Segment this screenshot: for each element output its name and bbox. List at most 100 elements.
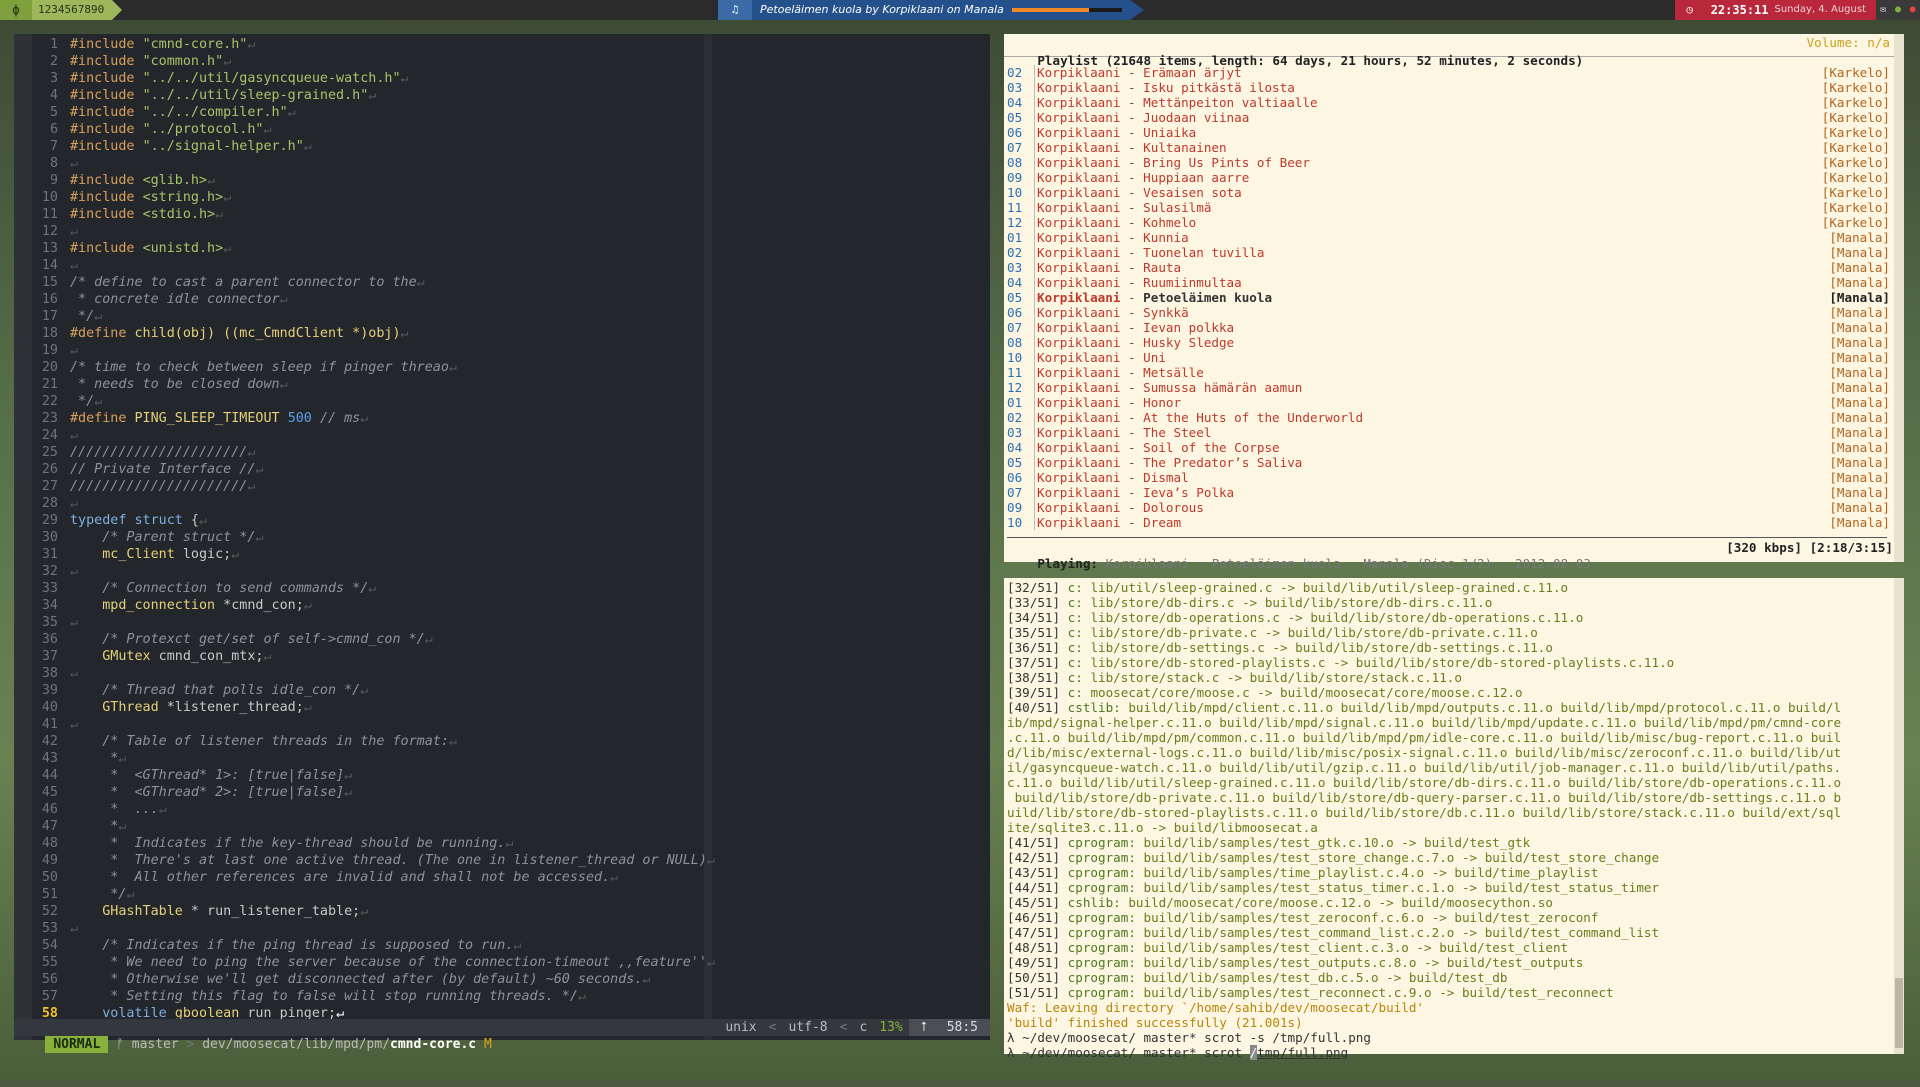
playlist-scrollbar[interactable] xyxy=(1894,34,1904,562)
playlist-row[interactable]: 02 Korpiklaani - At the Huts of the Under… xyxy=(1004,410,1904,425)
playlist-row[interactable]: 02 Korpiklaani - Tuonelan tuvilla [Manala] xyxy=(1004,245,1904,260)
code-line[interactable]: 25 //////////////////////↵ xyxy=(32,444,990,461)
playlist-row[interactable]: 09 Korpiklaani - Dolorous [Manala] xyxy=(1004,500,1904,515)
code-line[interactable]: 52 GHashTable * run_listener_table;↵ xyxy=(32,903,990,920)
code-line[interactable]: 24 ↵ xyxy=(32,427,990,444)
code-line[interactable]: 2 #include "common.h"↵ xyxy=(32,53,990,70)
mail-icon[interactable]: ✉ xyxy=(1880,0,1886,20)
scrollbar-thumb[interactable] xyxy=(1895,978,1903,1048)
code-line[interactable]: 3 #include "../../util/gasyncqueue-watch.… xyxy=(32,70,990,87)
code-line[interactable]: 46 * ...↵ xyxy=(32,801,990,818)
code-line[interactable]: 43 *↵ xyxy=(32,750,990,767)
playlist-row[interactable]: 03 Korpiklaani - Rauta [Manala] xyxy=(1004,260,1904,275)
code-line[interactable]: 37 GMutex cmnd_con_mtx;↵ xyxy=(32,648,990,665)
playlist-row[interactable]: 10 Korpiklaani - Dream [Manala] xyxy=(1004,515,1904,530)
playlist-row[interactable]: 12 Korpiklaani - Sumussa hämärän aamun [Ma… xyxy=(1004,380,1904,395)
code-line[interactable]: 33 /* Connection to send commands */↵ xyxy=(32,580,990,597)
playlist-row[interactable]: 11 Korpiklaani - Sulasilmä [Karkelo] xyxy=(1004,200,1904,215)
playlist-row[interactable]: 03 Korpiklaani - Isku pitkästä ilosta [Kar… xyxy=(1004,80,1904,95)
code-line[interactable]: 28 ↵ xyxy=(32,495,990,512)
code-line[interactable]: 13 #include <unistd.h>↵ xyxy=(32,240,990,257)
playlist-row[interactable]: 07 Korpiklaani - Ievan polkka [Manala] xyxy=(1004,320,1904,335)
power-icon[interactable]: ● xyxy=(1910,0,1916,20)
playlist-row[interactable]: 06 Korpiklaani - Dismal [Manala] xyxy=(1004,470,1904,485)
terminal-output[interactable]: [32/51] c: lib/util/sleep-grained.c -> b… xyxy=(1004,578,1904,1060)
code-line[interactable]: 44 * <GThread* 1>: [true|false]↵ xyxy=(32,767,990,784)
playlist-row[interactable]: 04 Korpiklaani - Mettänpeiton valtiaalle [… xyxy=(1004,95,1904,110)
playlist-row[interactable]: 04 Korpiklaani - Soil of the Corpse [Manal… xyxy=(1004,440,1904,455)
system-tray[interactable]: ✉ ● ● xyxy=(1876,0,1920,20)
code-line[interactable]: 11 #include <stdio.h>↵ xyxy=(32,206,990,223)
playlist-row[interactable]: 04 Korpiklaani - Ruumiinmultaa [Manala] xyxy=(1004,275,1904,290)
playlist-row[interactable]: 06 Korpiklaani - Synkkä [Manala] xyxy=(1004,305,1904,320)
code-buffer[interactable]: 1 #include "cmnd-core.h"↵ 2 #include "commo… xyxy=(32,36,990,1022)
playlist-row[interactable]: 01 Korpiklaani - Honor [Manala] xyxy=(1004,395,1904,410)
code-line[interactable]: 7 #include "../signal-helper.h"↵ xyxy=(32,138,990,155)
code-line[interactable]: 1 #include "cmnd-core.h"↵ xyxy=(32,36,990,53)
playlist-row[interactable]: 02 Korpiklaani - Erämaan ärjyt [Karkelo] xyxy=(1004,65,1904,80)
code-line[interactable]: 34 mpd_connection *cmnd_con;↵ xyxy=(32,597,990,614)
workspace-list[interactable]: 1234567890 xyxy=(32,0,123,20)
code-line[interactable]: 19 ↵ xyxy=(32,342,990,359)
mpd-playlist-pane[interactable]: Playlist (21648 items, length: 64 days, … xyxy=(1004,34,1904,571)
playlist-row[interactable]: 05 Korpiklaani - The Predator’s Saliva [Ma… xyxy=(1004,455,1904,470)
now-playing-widget[interactable]: ♫ Petoeläimen kuola by Korpiklaani on Ma… xyxy=(718,0,1144,20)
network-icon[interactable]: ● xyxy=(1895,0,1901,20)
code-line[interactable]: 20 /* time to check between sleep if ping… xyxy=(32,359,990,376)
code-line[interactable]: 26 // Private Interface //↵ xyxy=(32,461,990,478)
playlist-row[interactable]: 10 Korpiklaani - Vesaisen sota [Karkelo] xyxy=(1004,185,1904,200)
playlist-row[interactable]: 10 Korpiklaani - Uni [Manala] xyxy=(1004,350,1904,365)
code-line[interactable]: 51 */↵ xyxy=(32,886,990,903)
code-line[interactable]: 45 * <GThread* 2>: [true|false]↵ xyxy=(32,784,990,801)
code-line[interactable]: 56 * Otherwise we'll get disconnected af… xyxy=(32,971,990,988)
playlist-row[interactable]: 07 Korpiklaani - Ieva’s Polka [Manala] xyxy=(1004,485,1904,500)
code-line[interactable]: 38 ↵ xyxy=(32,665,990,682)
code-line[interactable]: 36 /* Protexct get/set of self->cmnd_con… xyxy=(32,631,990,648)
code-line[interactable]: 50 * All other references are invalid an… xyxy=(32,869,990,886)
code-line[interactable]: 29 typedef struct {↵ xyxy=(32,512,990,529)
code-line[interactable]: 42 /* Table of listener threads in the f… xyxy=(32,733,990,750)
code-line[interactable]: 49 * There's at last one active thread. … xyxy=(32,852,990,869)
code-line[interactable]: 27 //////////////////////↵ xyxy=(32,478,990,495)
playlist-row[interactable]: 09 Korpiklaani - Huppiaan aarre [Karkelo] xyxy=(1004,170,1904,185)
code-line[interactable]: 41 ↵ xyxy=(32,716,990,733)
code-line[interactable]: 21 * needs to be closed down↵ xyxy=(32,376,990,393)
code-line[interactable]: 32 ↵ xyxy=(32,563,990,580)
code-line[interactable]: 8 ↵ xyxy=(32,155,990,172)
terminal-scrollbar[interactable] xyxy=(1894,578,1904,1054)
playlist-row[interactable]: 06 Korpiklaani - Uniaika [Karkelo] xyxy=(1004,125,1904,140)
code-line[interactable]: 39 /* Thread that polls idle_con */↵ xyxy=(32,682,990,699)
code-line[interactable]: 10 #include <string.h>↵ xyxy=(32,189,990,206)
code-line[interactable]: 31 mc_Client logic;↵ xyxy=(32,546,990,563)
code-line[interactable]: 55 * We need to ping the server because … xyxy=(32,954,990,971)
playlist-row[interactable]: 03 Korpiklaani - The Steel [Manala] xyxy=(1004,425,1904,440)
code-line[interactable]: 5 #include "../../compiler.h"↵ xyxy=(32,104,990,121)
code-line[interactable]: 57 * Setting this flag to false will sto… xyxy=(32,988,990,1005)
terminal-pane[interactable]: [32/51] c: lib/util/sleep-grained.c -> b… xyxy=(1004,578,1904,1060)
code-line[interactable]: 40 GThread *listener_thread;↵ xyxy=(32,699,990,716)
playlist-row[interactable]: 08 Korpiklaani - Husky Sledge [Manala] xyxy=(1004,335,1904,350)
playlist-row[interactable]: 07 Korpiklaani - Kultanainen [Karkelo] xyxy=(1004,140,1904,155)
playlist-list[interactable]: 02 Korpiklaani - Erämaan ärjyt [Karkelo] 03… xyxy=(1004,65,1904,530)
code-line[interactable]: 16 * concrete idle connector↵ xyxy=(32,291,990,308)
playlist-row[interactable]: 05 Korpiklaani - Juodaan viinaa [Karkelo] xyxy=(1004,110,1904,125)
app-menu-icon[interactable]: ф xyxy=(0,0,32,20)
code-line[interactable]: 53 ↵ xyxy=(32,920,990,937)
code-line[interactable]: 18 #define child(obj) ((mc_CmndClient *)o… xyxy=(32,325,990,342)
code-line[interactable]: 47 *↵ xyxy=(32,818,990,835)
code-line[interactable]: 6 #include "../protocol.h"↵ xyxy=(32,121,990,138)
code-line[interactable]: 22 */↵ xyxy=(32,393,990,410)
code-line[interactable]: 9 #include <glib.h>↵ xyxy=(32,172,990,189)
playlist-row[interactable]: 05 Korpiklaani - Petoeläimen kuola [Manala… xyxy=(1004,290,1904,305)
code-line[interactable]: 15 /* define to cast a parent connector t… xyxy=(32,274,990,291)
playlist-row[interactable]: 11 Korpiklaani - Metsälle [Manala] xyxy=(1004,365,1904,380)
playlist-row[interactable]: 08 Korpiklaani - Bring Us Pints of Beer [K… xyxy=(1004,155,1904,170)
playlist-row[interactable]: 01 Korpiklaani - Kunnia [Manala] xyxy=(1004,230,1904,245)
code-line[interactable]: 12 ↵ xyxy=(32,223,990,240)
playlist-row[interactable]: 12 Korpiklaani - Kohmelo [Karkelo] xyxy=(1004,215,1904,230)
code-line[interactable]: 23 #define PING_SLEEP_TIMEOUT 500 // ms↵ xyxy=(32,410,990,427)
vim-editor[interactable]: 1 #include "cmnd-core.h"↵ 2 #include "commo… xyxy=(14,34,990,1053)
code-line[interactable]: 14 ↵ xyxy=(32,257,990,274)
song-progress[interactable] xyxy=(1011,0,1130,20)
code-line[interactable]: 54 /* Indicates if the ping thread is su… xyxy=(32,937,990,954)
